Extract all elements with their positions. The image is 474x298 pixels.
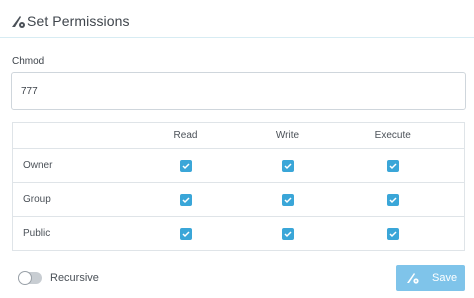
table-row: Group	[12, 182, 465, 217]
check-icon	[181, 230, 190, 237]
save-button[interactable]: Save	[396, 265, 465, 291]
dialog-header: Set Permissions	[0, 0, 474, 38]
toggle-knob	[18, 271, 32, 285]
header-role	[12, 122, 118, 149]
header-write: Write	[253, 122, 322, 149]
header-read: Read	[117, 122, 254, 149]
check-icon	[283, 196, 292, 203]
check-icon	[283, 230, 292, 237]
owner-read-checkbox[interactable]	[179, 159, 192, 172]
pencil-gear-icon	[407, 273, 419, 284]
check-icon	[389, 230, 397, 237]
dialog-title: Set Permissions	[27, 13, 130, 29]
group-read-checkbox[interactable]	[179, 193, 192, 206]
group-execute-checkbox[interactable]	[386, 193, 399, 206]
public-read-checkbox[interactable]	[179, 227, 192, 240]
chmod-label: Chmod	[12, 56, 45, 67]
check-icon	[389, 196, 397, 203]
table-header-row: Read Write Execute	[12, 122, 465, 149]
header-execute: Execute	[321, 122, 465, 149]
table-row: Public	[12, 216, 465, 251]
check-icon	[283, 162, 292, 169]
recursive-toggle[interactable]	[18, 271, 42, 285]
row-label-public: Public	[12, 216, 118, 251]
chmod-input[interactable]	[11, 72, 466, 110]
owner-write-checkbox[interactable]	[281, 159, 294, 172]
table-row: Owner	[12, 148, 465, 183]
recursive-label: Recursive	[50, 272, 99, 284]
public-write-checkbox[interactable]	[281, 227, 294, 240]
group-write-checkbox[interactable]	[281, 193, 294, 206]
owner-execute-checkbox[interactable]	[386, 159, 399, 172]
public-execute-checkbox[interactable]	[386, 227, 399, 240]
save-label: Save	[432, 272, 458, 284]
permissions-table: Read Write Execute Owner Group Public	[12, 122, 465, 251]
row-label-owner: Owner	[12, 148, 118, 183]
check-icon	[181, 196, 190, 203]
check-icon	[181, 162, 190, 169]
pencil-gear-icon	[12, 16, 25, 28]
row-label-group: Group	[12, 182, 118, 217]
check-icon	[389, 162, 397, 169]
